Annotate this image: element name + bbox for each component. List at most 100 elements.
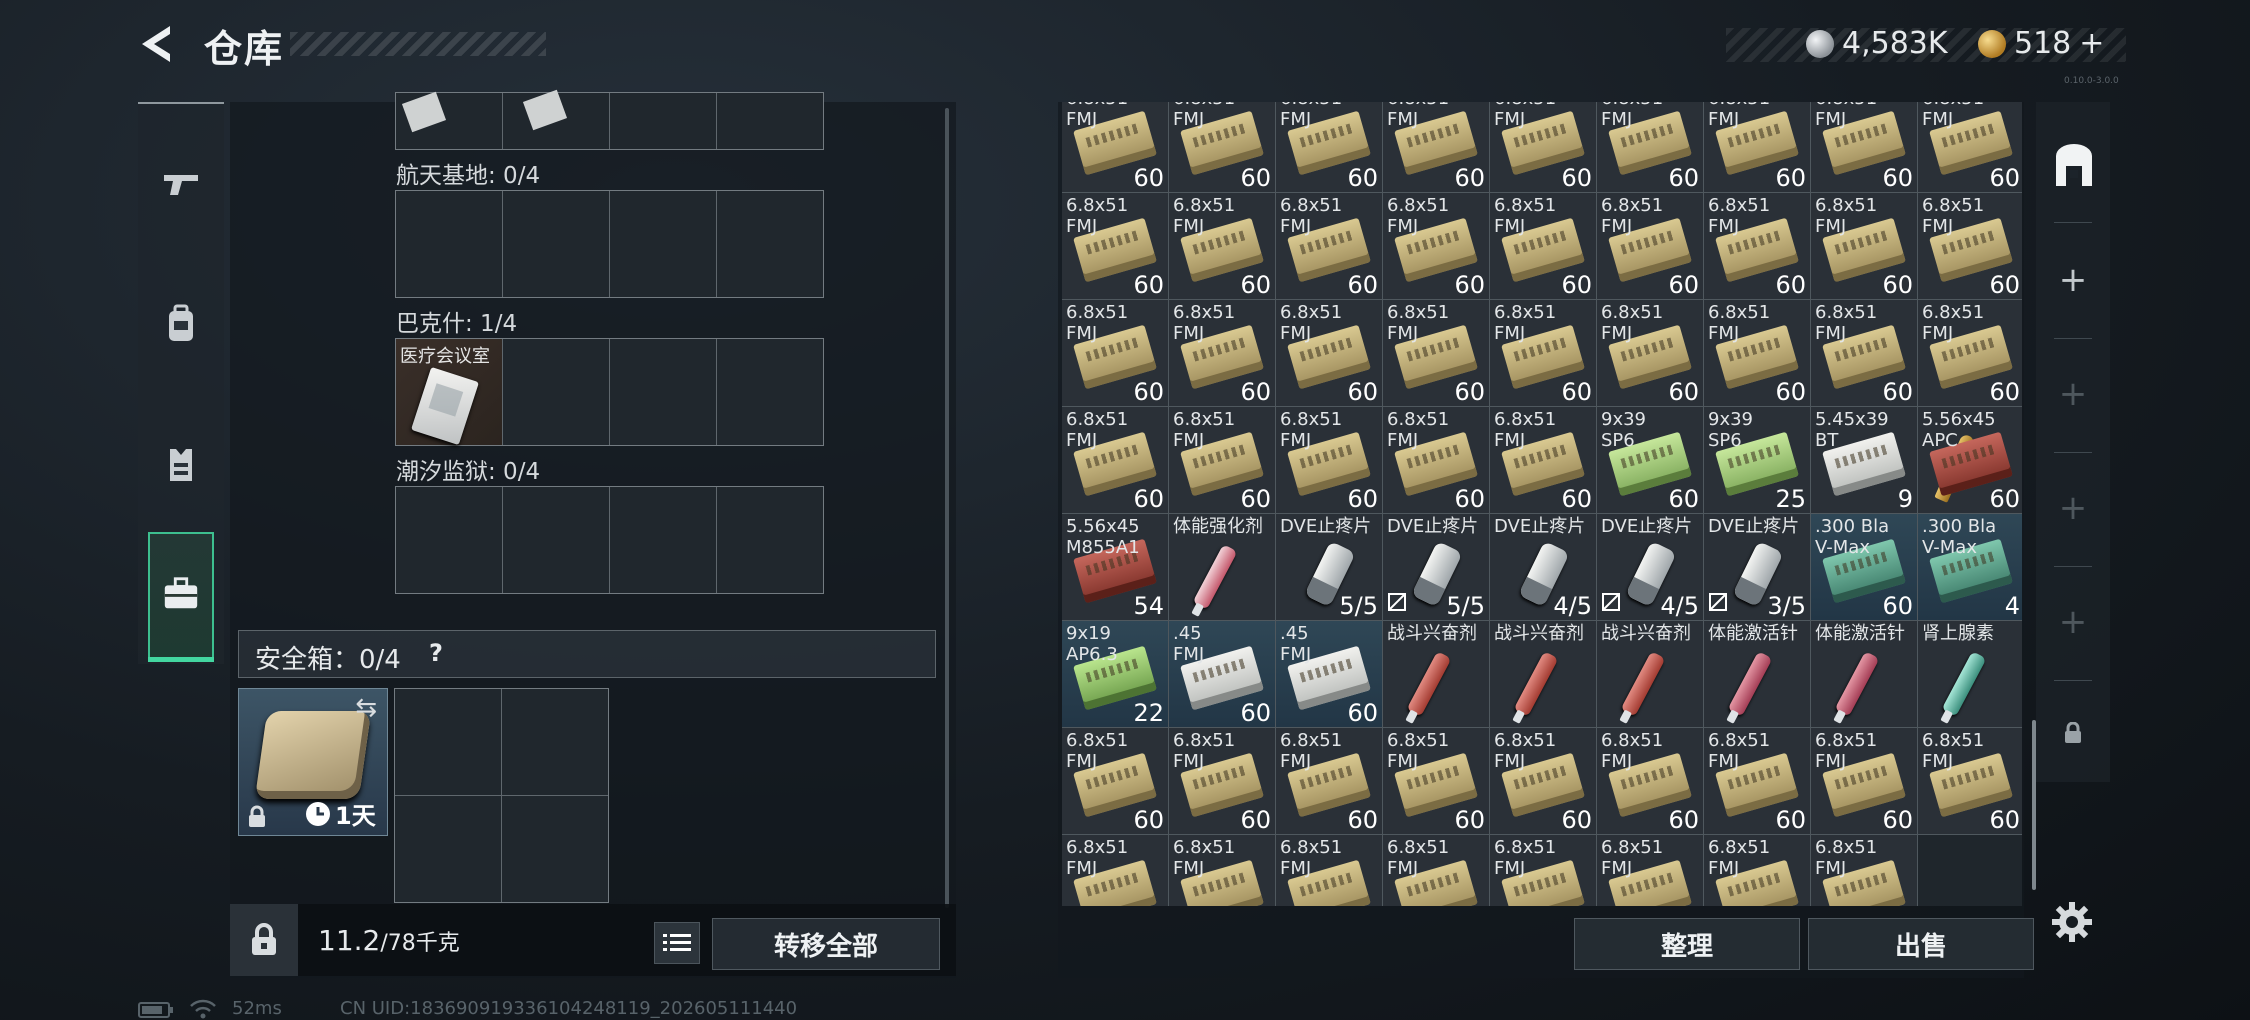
stash-item[interactable]: .45 FMJ 60 bbox=[1168, 620, 1276, 728]
sidebar-item-vest[interactable] bbox=[138, 404, 224, 524]
stash-item[interactable]: 6.8x51 FMJ60 bbox=[1810, 192, 1918, 300]
slot[interactable] bbox=[503, 487, 609, 593]
slot[interactable] bbox=[503, 191, 609, 297]
slot[interactable] bbox=[610, 487, 716, 593]
stash-item[interactable]: 6.8x51 FMJ60 bbox=[1275, 192, 1383, 300]
slot[interactable] bbox=[610, 339, 716, 445]
stash-item[interactable]: 6.8x51 FMJ60 bbox=[1275, 299, 1383, 407]
stash-item[interactable]: 6.8x51 FMJ60 bbox=[1062, 192, 1169, 300]
stash-item[interactable]: 6.8x51 FMJ bbox=[1810, 834, 1918, 906]
slot[interactable] bbox=[717, 93, 823, 149]
stash-item[interactable]: 6.8x51 FMJ60 bbox=[1596, 299, 1704, 407]
slot[interactable] bbox=[503, 89, 609, 149]
stash-item[interactable]: 6.8x51 FMJ bbox=[1168, 834, 1276, 906]
slot[interactable] bbox=[502, 689, 608, 795]
slot[interactable] bbox=[717, 191, 823, 297]
stash-item[interactable]: 6.8x51 FMJ60 bbox=[1703, 192, 1811, 300]
sell-button[interactable]: 出售 bbox=[1808, 918, 2034, 970]
stash-item[interactable]: DVE止疼片 4/5 bbox=[1489, 513, 1597, 621]
stash-item[interactable]: 6.8x51 FMJ60 bbox=[1489, 299, 1597, 407]
stash-item[interactable]: 6.8x51 FMJ60 bbox=[1062, 834, 1169, 906]
stash-item[interactable]: 6.8x51 FMJ60 bbox=[1810, 727, 1918, 835]
stash-item[interactable]: 6.8x51 FMJ60 bbox=[1062, 727, 1169, 835]
secure-container[interactable]: ⇆ 1天 bbox=[238, 688, 388, 836]
settings-gear-icon[interactable] bbox=[2050, 900, 2094, 944]
swap-icon[interactable]: ⇆ bbox=[355, 693, 377, 723]
stash-item[interactable]: 6.8x51 FMJ60 bbox=[1917, 299, 2022, 407]
stash-item[interactable]: 6.8x51 FMJ60 bbox=[1489, 192, 1597, 300]
gold-currency[interactable]: 518 + bbox=[1978, 26, 2104, 61]
stash-home-icon[interactable] bbox=[2050, 142, 2098, 190]
stash-item[interactable]: 战斗兴奋剂 bbox=[1596, 620, 1704, 728]
slot[interactable] bbox=[395, 689, 501, 795]
stash-item[interactable]: 6.8x51 FMJ60 bbox=[1382, 192, 1490, 300]
stash-item[interactable]: 体能激活针 bbox=[1810, 620, 1918, 728]
stash-item[interactable]: 6.8x51 FMJ60 bbox=[1917, 192, 2022, 300]
stash-item[interactable]: 6.8x51 FMJ60 bbox=[1703, 299, 1811, 407]
stash-item[interactable]: 9x39 SP6 25 bbox=[1703, 406, 1811, 514]
stash-item[interactable]: 6.8x51 FMJ60 bbox=[1168, 192, 1276, 300]
empty-slot[interactable] bbox=[1917, 834, 2022, 906]
slot[interactable] bbox=[610, 93, 716, 149]
stash-item[interactable]: 6.8x51 FMJ60 bbox=[1810, 299, 1918, 407]
add-currency-button[interactable]: + bbox=[2079, 26, 2104, 61]
stash-item[interactable]: DVE止疼片 5/5 bbox=[1275, 513, 1383, 621]
stash-item[interactable]: 战斗兴奋剂 bbox=[1382, 620, 1490, 728]
stash-item[interactable]: DVE止疼片 4/5 bbox=[1596, 513, 1704, 621]
container-scrollbar[interactable] bbox=[945, 108, 949, 908]
add-page-icon[interactable]: + bbox=[2036, 602, 2110, 642]
stash-item[interactable]: 6.8x51 FMJ60 bbox=[1489, 102, 1597, 193]
stash-item[interactable]: 体能强化剂 bbox=[1168, 513, 1276, 621]
sidebar-item-containers[interactable] bbox=[148, 532, 214, 662]
transfer-all-button[interactable]: 转移全部 bbox=[712, 918, 940, 970]
stash-item[interactable]: DVE止疼片 3/5 bbox=[1703, 513, 1811, 621]
stash-item[interactable]: 6.8x51 FMJ60 bbox=[1489, 406, 1597, 514]
slot[interactable] bbox=[717, 487, 823, 593]
stash-item[interactable]: 6.8x51 FMJ60 bbox=[1382, 727, 1490, 835]
stash-item[interactable]: 5.56x45 APC 60 bbox=[1917, 406, 2022, 514]
stash-item[interactable]: 6.8x51 FMJ60 bbox=[1703, 727, 1811, 835]
stash-item[interactable]: 肾上腺素 bbox=[1917, 620, 2022, 728]
stash-item[interactable]: 6.8x51 FMJ bbox=[1596, 834, 1704, 906]
stash-item[interactable]: 6.8x51 FMJ60 bbox=[1382, 299, 1490, 407]
slot[interactable] bbox=[502, 796, 608, 902]
slot[interactable] bbox=[396, 487, 502, 593]
stash-item[interactable]: 6.8x51 FMJ60 bbox=[1275, 406, 1383, 514]
stash-item[interactable]: .300 Bla V-Max 4 bbox=[1917, 513, 2022, 621]
slot[interactable] bbox=[395, 796, 501, 902]
add-page-icon[interactable]: + bbox=[2036, 488, 2110, 528]
stash-item[interactable]: 6.8x51 FMJ60 bbox=[1062, 406, 1169, 514]
slot[interactable] bbox=[717, 339, 823, 445]
stash-item[interactable]: 6.8x51 FMJ60 bbox=[1062, 102, 1169, 193]
stash-item[interactable]: 9x39 SP6 60 bbox=[1596, 406, 1704, 514]
keycard-item[interactable]: 医疗会议室 bbox=[396, 339, 502, 446]
stash-item[interactable]: 6.8x51 FMJ60 bbox=[1596, 727, 1704, 835]
stash-item[interactable]: 6.8x51 FMJ60 bbox=[1489, 727, 1597, 835]
stash-item[interactable]: 战斗兴奋剂 bbox=[1489, 620, 1597, 728]
slot[interactable] bbox=[503, 339, 609, 445]
add-page-icon[interactable]: + bbox=[2036, 374, 2110, 414]
stash-item[interactable]: 5.56x45 M855A1 54 bbox=[1062, 513, 1169, 621]
stash-item[interactable]: 6.8x51 FMJ60 bbox=[1275, 102, 1383, 193]
stash-item[interactable]: 6.8x51 FMJ60 bbox=[1917, 727, 2022, 835]
stash-item[interactable]: 6.8x51 FMJ60 bbox=[1917, 102, 2022, 193]
sidebar-item-backpack[interactable] bbox=[138, 264, 224, 384]
stash-item[interactable]: 6.8x51 FMJ bbox=[1275, 834, 1383, 906]
stash-item[interactable]: 6.8x51 FMJ60 bbox=[1596, 102, 1704, 193]
stash-grid-viewport[interactable]: 6.8x51 FMJ606.8x51 FMJ606.8x51 FMJ606.8x… bbox=[1062, 102, 2022, 906]
stash-item[interactable]: 9x19 AP6.3 22 bbox=[1062, 620, 1169, 728]
stash-item[interactable]: .45 FMJ 60 bbox=[1275, 620, 1383, 728]
sidebar-item-weapons[interactable] bbox=[138, 124, 224, 244]
stash-item[interactable]: 6.8x51 FMJ60 bbox=[1168, 102, 1276, 193]
stash-item[interactable]: 6.8x51 FMJ60 bbox=[1062, 299, 1169, 407]
stash-item[interactable]: 6.8x51 FMJ60 bbox=[1810, 102, 1918, 193]
slot[interactable] bbox=[396, 191, 502, 297]
stash-item[interactable]: 体能激活针 bbox=[1703, 620, 1811, 728]
stash-item[interactable]: 6.8x51 FMJ60 bbox=[1168, 406, 1276, 514]
help-icon[interactable]: ? bbox=[429, 639, 443, 667]
stash-item[interactable]: 6.8x51 FMJ bbox=[1703, 834, 1811, 906]
stash-item[interactable]: 6.8x51 FMJ bbox=[1489, 834, 1597, 906]
stash-item[interactable]: 6.8x51 FMJ60 bbox=[1168, 299, 1276, 407]
slot[interactable] bbox=[610, 191, 716, 297]
stash-item[interactable]: 6.8x51 FMJ60 bbox=[1596, 192, 1704, 300]
